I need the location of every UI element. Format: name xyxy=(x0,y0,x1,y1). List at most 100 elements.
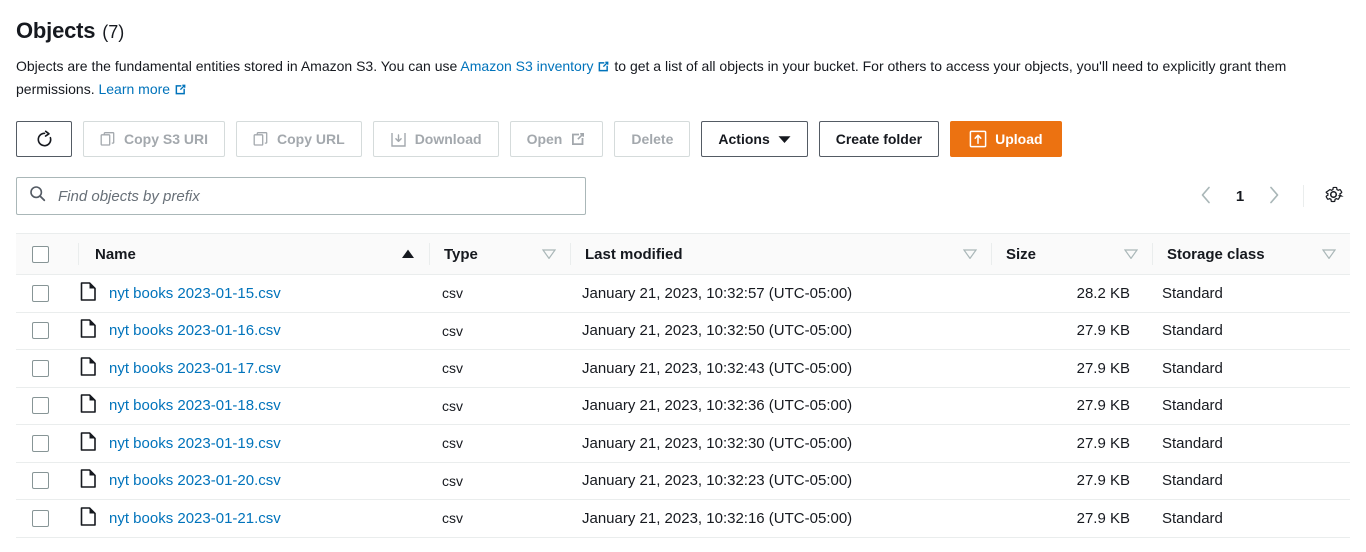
column-header-last-modified-label: Last modified xyxy=(585,245,683,263)
copy-url-button[interactable]: Copy URL xyxy=(236,121,362,157)
open-button[interactable]: Open xyxy=(509,121,604,157)
objects-table: Name Type Last modified Size Storage cla… xyxy=(16,233,1350,538)
row-last-modified-cell: January 21, 2023, 10:32:36 (UTC-05:00) xyxy=(568,397,988,414)
page-number[interactable]: 1 xyxy=(1225,188,1255,205)
table-row[interactable]: nyt books 2023-01-20.csv csv January 21,… xyxy=(16,463,1350,500)
amazon-s3-inventory-link[interactable]: Amazon S3 inventory xyxy=(460,58,593,74)
column-header-size[interactable]: Size xyxy=(992,246,1152,263)
search-input[interactable] xyxy=(56,178,573,214)
file-icon xyxy=(80,319,97,342)
object-type: csv xyxy=(442,472,463,489)
object-name-link[interactable]: nyt books 2023-01-19.csv xyxy=(109,435,281,452)
row-last-modified-cell: January 21, 2023, 10:32:30 (UTC-05:00) xyxy=(568,435,988,452)
row-checkbox[interactable] xyxy=(32,322,49,340)
gear-icon xyxy=(1323,184,1344,208)
download-icon xyxy=(390,131,407,148)
page-description: Objects are the fundamental entities sto… xyxy=(16,56,1350,102)
row-storage-class-cell: Standard xyxy=(1148,322,1350,339)
row-storage-class-cell: Standard xyxy=(1148,435,1350,452)
file-icon xyxy=(80,281,97,305)
column-header-storage-class-label: Storage class xyxy=(1167,245,1265,263)
pagination-divider xyxy=(1303,185,1304,207)
row-type-cell: csv xyxy=(428,473,568,489)
object-last-modified: January 21, 2023, 10:32:30 (UTC-05:00) xyxy=(582,434,853,452)
object-size: 28.2 KB xyxy=(1076,284,1130,302)
external-link-icon-3 xyxy=(570,131,586,147)
row-name-cell: nyt books 2023-01-18.csv xyxy=(78,394,428,417)
create-folder-button[interactable]: Create folder xyxy=(818,121,940,157)
external-link-icon-2 xyxy=(174,81,187,102)
refresh-button[interactable] xyxy=(16,121,72,157)
next-page-button[interactable] xyxy=(1257,179,1291,213)
table-row[interactable]: nyt books 2023-01-21.csv csv January 21,… xyxy=(16,500,1350,538)
sort-icon-storage-class xyxy=(1322,249,1336,259)
delete-label: Delete xyxy=(631,131,674,147)
table-row[interactable]: nyt books 2023-01-18.csv csv January 21,… xyxy=(16,388,1350,425)
object-name-link[interactable]: nyt books 2023-01-17.csv xyxy=(109,360,281,377)
row-storage-class-cell: Standard xyxy=(1148,285,1350,302)
select-all-checkbox[interactable] xyxy=(32,245,49,263)
delete-button[interactable]: Delete xyxy=(614,121,691,157)
learn-more-link[interactable]: Learn more xyxy=(98,81,170,97)
row-checkbox[interactable] xyxy=(32,472,49,490)
column-header-storage-class[interactable]: Storage class xyxy=(1153,246,1350,263)
object-size: 27.9 KB xyxy=(1076,322,1130,340)
create-folder-label: Create folder xyxy=(835,131,923,147)
row-last-modified-cell: January 21, 2023, 10:32:43 (UTC-05:00) xyxy=(568,360,988,377)
row-size-cell: 27.9 KB xyxy=(988,397,1148,414)
row-storage-class-cell: Standard xyxy=(1148,510,1350,527)
table-row[interactable]: nyt books 2023-01-17.csv csv January 21,… xyxy=(16,350,1350,388)
row-checkbox[interactable] xyxy=(32,397,49,415)
row-select-cell xyxy=(16,359,78,377)
actions-button[interactable]: Actions xyxy=(701,121,808,157)
row-last-modified-cell: January 21, 2023, 10:32:23 (UTC-05:00) xyxy=(568,472,988,489)
row-name-cell: nyt books 2023-01-19.csv xyxy=(78,431,428,455)
download-button[interactable]: Download xyxy=(372,121,499,157)
object-name-link[interactable]: nyt books 2023-01-21.csv xyxy=(109,510,281,527)
upload-button[interactable]: Upload xyxy=(950,121,1062,157)
object-type: csv xyxy=(442,435,463,452)
table-row[interactable]: nyt books 2023-01-15.csv csv January 21,… xyxy=(16,275,1350,313)
search-icon xyxy=(29,185,46,207)
object-name-link[interactable]: nyt books 2023-01-20.csv xyxy=(109,472,281,489)
chevron-down-icon xyxy=(778,135,791,144)
row-checkbox[interactable] xyxy=(32,284,49,302)
object-name-link[interactable]: nyt books 2023-01-15.csv xyxy=(109,285,281,302)
download-label: Download xyxy=(414,131,482,147)
object-size: 27.9 KB xyxy=(1076,434,1130,452)
object-type: csv xyxy=(442,510,463,527)
file-icon xyxy=(80,506,97,530)
copy-s3-uri-button[interactable]: Copy S3 URI xyxy=(83,121,226,157)
column-header-last-modified[interactable]: Last modified xyxy=(571,246,991,263)
object-name-link[interactable]: nyt books 2023-01-18.csv xyxy=(109,397,281,414)
column-header-name[interactable]: Name xyxy=(79,246,429,263)
object-name-link[interactable]: nyt books 2023-01-16.csv xyxy=(109,322,281,339)
row-last-modified-cell: January 21, 2023, 10:32:50 (UTC-05:00) xyxy=(568,322,988,339)
row-type-cell: csv xyxy=(428,323,568,339)
row-select-cell xyxy=(16,509,78,527)
row-checkbox[interactable] xyxy=(32,434,49,452)
pagination: 1 xyxy=(1189,179,1350,213)
description-text-part1: Objects are the fundamental entities sto… xyxy=(16,58,461,74)
column-header-size-label: Size xyxy=(1006,245,1037,263)
row-checkbox[interactable] xyxy=(32,359,49,377)
row-name-cell: nyt books 2023-01-17.csv xyxy=(78,356,428,380)
row-select-cell xyxy=(16,472,78,490)
object-storage-class: Standard xyxy=(1162,472,1223,490)
page-title: Objects (7) xyxy=(16,0,1350,44)
table-row[interactable]: nyt books 2023-01-19.csv csv January 21,… xyxy=(16,425,1350,463)
previous-page-button[interactable] xyxy=(1189,179,1223,213)
row-checkbox[interactable] xyxy=(32,509,49,527)
object-last-modified: January 21, 2023, 10:32:36 (UTC-05:00) xyxy=(582,397,853,415)
search-box[interactable] xyxy=(16,177,586,215)
column-header-type[interactable]: Type xyxy=(430,246,570,263)
row-storage-class-cell: Standard xyxy=(1148,397,1350,414)
row-last-modified-cell: January 21, 2023, 10:32:57 (UTC-05:00) xyxy=(568,285,988,302)
row-storage-class-cell: Standard xyxy=(1148,472,1350,489)
row-name-cell: nyt books 2023-01-16.csv xyxy=(78,319,428,342)
settings-button[interactable] xyxy=(1316,179,1350,213)
search-and-pagination: 1 xyxy=(16,177,1350,215)
refresh-icon xyxy=(35,130,54,149)
upload-label: Upload xyxy=(995,131,1043,147)
table-row[interactable]: nyt books 2023-01-16.csv csv January 21,… xyxy=(16,313,1350,350)
